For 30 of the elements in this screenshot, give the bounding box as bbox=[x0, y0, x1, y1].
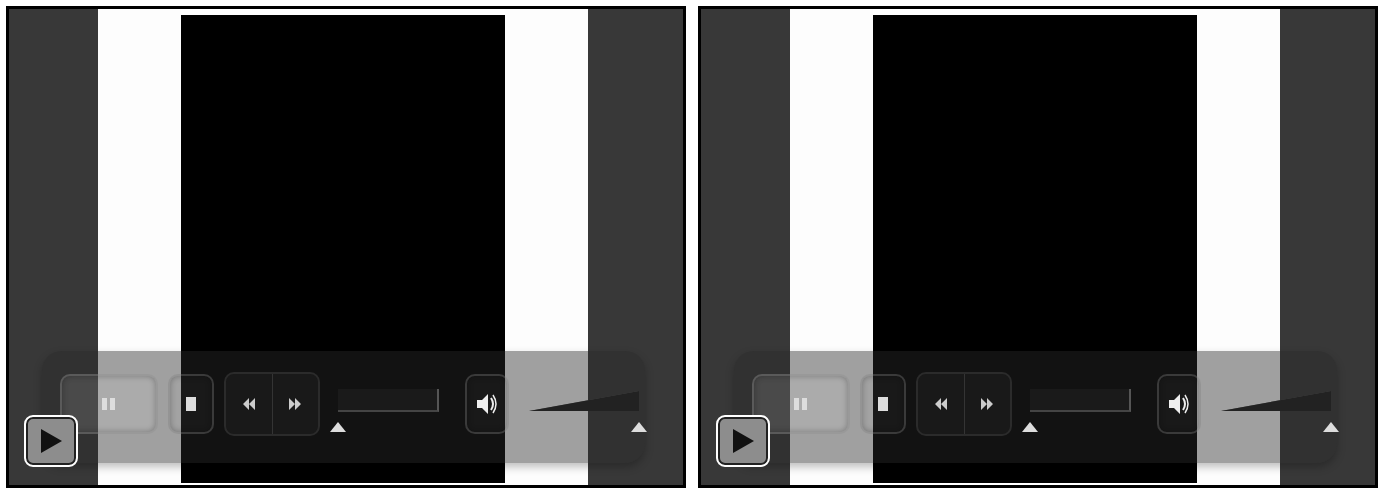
stop-icon bbox=[878, 397, 888, 411]
pause-icon bbox=[793, 397, 809, 411]
rewind-button[interactable] bbox=[226, 374, 272, 434]
pause-button[interactable] bbox=[752, 374, 850, 434]
fast-forward-icon bbox=[980, 398, 995, 410]
volume-ramp[interactable] bbox=[1221, 389, 1331, 413]
fast-forward-icon bbox=[288, 398, 303, 410]
progress-track[interactable] bbox=[338, 389, 439, 412]
pause-button[interactable] bbox=[60, 374, 158, 434]
stop-button[interactable] bbox=[860, 374, 906, 434]
progress-thumb[interactable] bbox=[330, 422, 346, 432]
play-icon bbox=[731, 428, 755, 454]
rewind-button[interactable] bbox=[918, 374, 964, 434]
pause-icon bbox=[101, 397, 117, 411]
volume-ramp[interactable] bbox=[529, 389, 639, 413]
stop-button[interactable] bbox=[168, 374, 214, 434]
volume-button[interactable] bbox=[465, 374, 509, 434]
fast-forward-button[interactable] bbox=[963, 374, 1010, 434]
play-button[interactable] bbox=[716, 415, 770, 467]
stop-icon bbox=[186, 397, 196, 411]
rewind-icon bbox=[933, 398, 948, 410]
volume-thumb[interactable] bbox=[631, 422, 647, 432]
progress-track[interactable] bbox=[1030, 389, 1131, 412]
rewind-icon bbox=[241, 398, 256, 410]
volume-button[interactable] bbox=[1157, 374, 1201, 434]
volume-thumb[interactable] bbox=[1323, 422, 1339, 432]
play-icon bbox=[39, 428, 63, 454]
fast-forward-button[interactable] bbox=[271, 374, 318, 434]
play-button[interactable] bbox=[24, 415, 78, 467]
progress-thumb[interactable] bbox=[1022, 422, 1038, 432]
